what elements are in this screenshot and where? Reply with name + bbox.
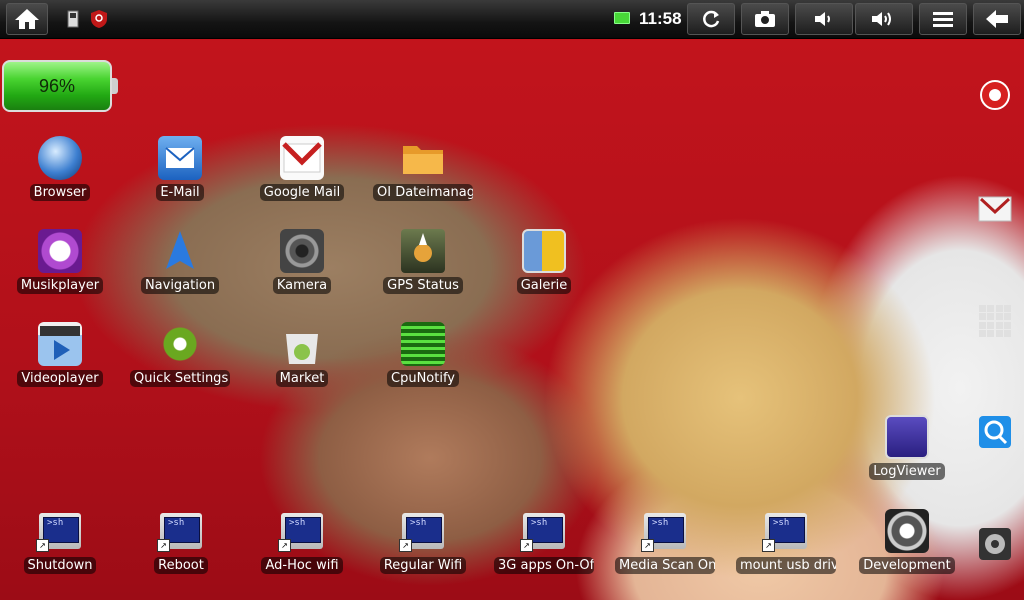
- shortcut-mount-usb[interactable]: >sh ↗ mount usb drive: [736, 509, 836, 599]
- folder-icon: [401, 136, 445, 180]
- market-icon: [280, 322, 324, 366]
- shortcut-ad-hoc-wifi[interactable]: >sh ↗ Ad-Hoc wifi: [252, 509, 352, 599]
- dock-search[interactable]: [976, 413, 1014, 451]
- terminal-shortcut-icon: >sh ↗: [36, 513, 81, 552]
- app-label: Media Scan On-: [615, 557, 715, 574]
- app-label: 3G apps On-Off: [494, 557, 594, 574]
- app-drawer-icon: [979, 305, 1011, 337]
- app-galerie[interactable]: Galerie: [494, 229, 594, 319]
- battery-level: 96%: [38, 75, 76, 96]
- app-label: GPS Status: [383, 277, 463, 294]
- shortcut-regular-wifi[interactable]: >sh ↗ Regular Wifi: [373, 509, 473, 599]
- home-button[interactable]: [6, 3, 48, 35]
- volume-down-button[interactable]: [795, 3, 853, 35]
- app-label: Google Mail: [259, 184, 345, 201]
- app-browser[interactable]: Browser: [10, 136, 110, 226]
- terminal-shortcut-icon: >sh ↗: [278, 513, 323, 552]
- volume-down-icon: [815, 12, 830, 26]
- shortcut-reboot[interactable]: >sh ↗ Reboot: [131, 509, 231, 599]
- app-email[interactable]: E-Mail: [130, 136, 230, 226]
- settings-dock-icon: [979, 528, 1011, 560]
- mail-icon: [158, 136, 202, 180]
- app-label: Development: [859, 557, 955, 574]
- app-label: Market: [275, 370, 329, 387]
- shortcut-shutdown[interactable]: >sh ↗ Shutdown: [10, 509, 110, 599]
- home-icon: [15, 9, 39, 29]
- app-kamera[interactable]: Kamera: [252, 229, 352, 319]
- navigation-icon: [158, 229, 202, 273]
- gear-icon: [158, 322, 202, 366]
- gps-icon: [401, 229, 445, 273]
- app-label: Videoplayer: [17, 370, 103, 387]
- app-label: Galerie: [516, 277, 572, 294]
- gmail-icon: [280, 136, 324, 180]
- gallery-icon: [522, 229, 566, 273]
- terminal-shortcut-icon: >sh ↗: [762, 513, 807, 552]
- globe-icon: [38, 136, 82, 180]
- app-musikplayer[interactable]: Musikplayer: [10, 229, 110, 319]
- terminal-shortcut-icon: >sh ↗: [399, 513, 444, 552]
- terminal-shortcut-icon: >sh ↗: [157, 513, 202, 552]
- dock-app-drawer[interactable]: [976, 302, 1014, 340]
- app-quick-settings[interactable]: Quick Settings: [130, 322, 230, 412]
- battery-widget[interactable]: 96%: [2, 60, 118, 112]
- gmail-dock-icon: [978, 196, 1012, 222]
- browser-dock-icon: [980, 80, 1010, 110]
- app-label: Shutdown: [23, 557, 97, 574]
- back-icon: [986, 10, 1008, 28]
- app-label: Kamera: [272, 277, 332, 294]
- app-label: Reboot: [154, 557, 208, 574]
- app-label: Navigation: [140, 277, 220, 294]
- menu-icon: [933, 12, 953, 27]
- status-bar: 11:58: [0, 0, 1024, 39]
- app-label: E-Mail: [156, 184, 204, 201]
- clock: 11:58: [639, 9, 682, 28]
- cpu-icon: [401, 322, 445, 366]
- app-videoplayer[interactable]: Videoplayer: [10, 322, 110, 412]
- terminal-shortcut-icon: >sh ↗: [641, 513, 686, 552]
- camera-icon: [280, 229, 324, 273]
- shortcut-3g-apps[interactable]: >sh ↗ 3G apps On-Off: [494, 509, 594, 599]
- app-logviewer[interactable]: LogViewer: [857, 415, 957, 505]
- app-google-mail[interactable]: Google Mail: [252, 136, 352, 226]
- app-gps-status[interactable]: GPS Status: [373, 229, 473, 319]
- development-icon: [885, 509, 929, 553]
- app-navigation[interactable]: Navigation: [130, 229, 230, 319]
- terminal-shortcut-icon: >sh ↗: [520, 513, 565, 552]
- app-label: Quick Settings: [130, 370, 230, 387]
- app-label: LogViewer: [869, 463, 945, 480]
- camera-icon: [755, 11, 775, 27]
- shortcut-media-scan[interactable]: >sh ↗ Media Scan On-: [615, 509, 715, 599]
- app-market[interactable]: Market: [252, 322, 352, 412]
- video-icon: [38, 322, 82, 366]
- music-icon: [38, 229, 82, 273]
- menu-button[interactable]: [919, 3, 967, 35]
- search-dock-icon: [979, 416, 1011, 448]
- app-label: Musikplayer: [16, 277, 104, 294]
- sd-card-notification-icon: [66, 9, 80, 28]
- app-label: OI Dateimanager: [373, 184, 473, 201]
- security-shield-icon: [90, 9, 107, 28]
- app-label: Ad-Hoc wifi: [261, 557, 343, 574]
- app-oi-dateimanager[interactable]: OI Dateimanager: [373, 136, 473, 226]
- app-label: mount usb drive: [736, 557, 836, 574]
- app-label: CpuNotify: [387, 370, 459, 387]
- dock-gmail[interactable]: [976, 190, 1014, 228]
- refresh-icon: [703, 10, 720, 28]
- dock-settings[interactable]: [976, 525, 1014, 563]
- battery-status-icon: [614, 12, 630, 24]
- app-cpunotify[interactable]: CpuNotify: [373, 322, 473, 412]
- back-button[interactable]: [973, 3, 1021, 35]
- logviewer-icon: [885, 415, 929, 459]
- volume-up-button[interactable]: [855, 3, 913, 35]
- app-label: Regular Wifi: [379, 557, 467, 574]
- volume-up-icon: [872, 12, 891, 26]
- refresh-button[interactable]: [687, 3, 735, 35]
- screenshot-button[interactable]: [741, 3, 789, 35]
- app-development[interactable]: Development: [857, 509, 957, 599]
- dock-browser[interactable]: [976, 76, 1014, 114]
- app-label: Browser: [29, 184, 91, 201]
